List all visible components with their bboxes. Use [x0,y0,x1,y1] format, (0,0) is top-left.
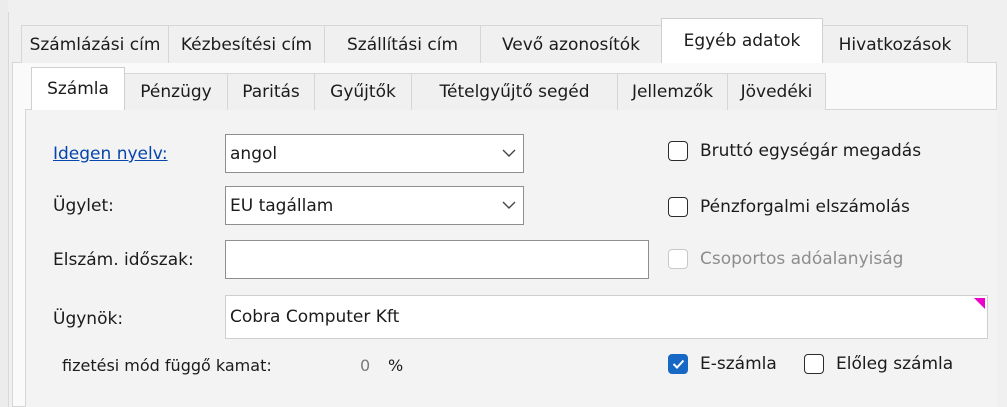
foreign-language-value: angol [230,143,278,164]
tab-kezbesitesi-cim[interactable]: Kézbesítési cím [168,25,325,63]
transaction-select[interactable]: EU tagállam [225,186,524,225]
settlement-period-input[interactable] [225,240,649,279]
tab-jovedeki[interactable]: Jövedéki [727,73,826,110]
gross-unit-price-label: Bruttó egységár megadás [700,141,922,161]
window-left-border [0,0,9,407]
agent-value: Cobra Computer Kft [230,307,400,327]
interest-label: fizetési mód függő kamat: [62,356,272,375]
tab-szallitasi-cim[interactable]: Szállítási cím [324,25,481,63]
tab-szamlazasi-cim[interactable]: Számlázási cím [21,25,169,63]
required-marker-icon [974,298,985,309]
checkbox-box[interactable] [668,197,688,217]
transaction-value: EU tagállam [230,195,334,216]
foreign-language-select[interactable]: angol [225,134,524,173]
transaction-label: Ügylet: [53,196,114,216]
advance-invoice-label: Előleg számla [836,354,954,374]
settlement-period-label: Elszám. időszak: [53,250,194,270]
tab-gyujtok[interactable]: Gyűjtők [314,73,412,110]
checkmark-icon[interactable] [668,354,688,374]
tab-hivatkozasok[interactable]: Hivatkozások [822,25,968,63]
e-invoice-checkbox[interactable]: E-számla [668,354,777,374]
group-taxation-checkbox: Csoportos adóalanyiság [668,249,903,269]
tab-paritas[interactable]: Paritás [227,73,315,110]
checkbox-box[interactable] [804,354,824,374]
tab-penzugy[interactable]: Pénzügy [124,73,228,110]
gross-unit-price-checkbox[interactable]: Bruttó egységár megadás [668,141,921,161]
chevron-down-icon[interactable] [495,149,523,158]
tab-jellemzok[interactable]: Jellemzők [617,73,728,110]
tab-egyeb-adatok[interactable]: Egyéb adatok [661,18,823,63]
window-top-edge [8,0,1007,12]
foreign-language-link[interactable]: Idegen nyelv: [53,144,168,164]
e-invoice-label: E-számla [700,354,777,374]
agent-field[interactable]: Cobra Computer Kft [225,295,988,339]
agent-label: Ügynök: [53,309,124,329]
tab-tetelgyujto-seged[interactable]: Tételgyűjtő segéd [411,73,618,110]
checkbox-box[interactable] [668,141,688,161]
interest-value: 0 [360,356,371,375]
advance-invoice-checkbox[interactable]: Előleg számla [804,354,953,374]
group-taxation-label: Csoportos adóalanyiság [700,249,904,269]
cash-accounting-label: Pénzforgalmi elszámolás [700,197,910,217]
interest-unit: % [388,356,404,375]
chevron-down-icon[interactable] [495,201,523,210]
checkbox-box [668,249,688,269]
tab-szamla[interactable]: Számla [31,67,125,110]
cash-accounting-checkbox[interactable]: Pénzforgalmi elszámolás [668,197,910,217]
tab-vevo-azonositok[interactable]: Vevő azonosítók [480,25,662,63]
